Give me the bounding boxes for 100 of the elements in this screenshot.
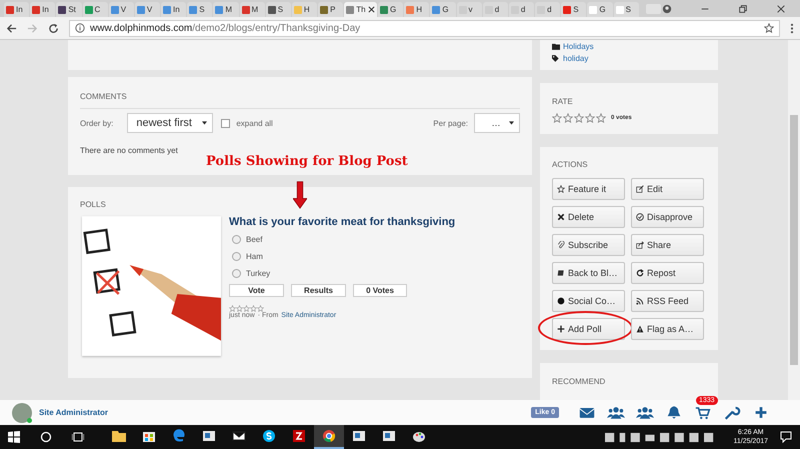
browser-tab[interactable]: M bbox=[213, 2, 239, 17]
browser-tab[interactable]: G bbox=[378, 2, 404, 17]
browser-tab[interactable]: Th bbox=[344, 2, 378, 17]
browser-tab[interactable]: M bbox=[240, 2, 265, 17]
close-icon[interactable] bbox=[776, 4, 786, 14]
edit-icon bbox=[636, 185, 644, 194]
action-button[interactable]: Add Poll bbox=[552, 318, 625, 340]
chrome-icon bbox=[322, 429, 336, 443]
action-button[interactable]: Back to Bl… bbox=[552, 262, 625, 284]
browser-tab[interactable]: d bbox=[508, 2, 534, 17]
browser-tab[interactable]: S bbox=[614, 2, 639, 17]
action-button[interactable]: Edit bbox=[631, 178, 704, 200]
bell-icon[interactable] bbox=[665, 405, 683, 420]
windows-start-icon[interactable] bbox=[8, 431, 20, 443]
address-bar[interactable]: www.dolphinmods.com/demo2/blogs/entry/Thanksgiving-Day bbox=[69, 20, 780, 36]
browser-tab[interactable]: d bbox=[535, 2, 560, 17]
expand-label: expand all bbox=[236, 118, 273, 128]
plus-icon bbox=[557, 325, 565, 334]
browser-tab[interactable]: In bbox=[30, 2, 56, 17]
browser-tab[interactable]: G bbox=[430, 2, 456, 17]
app-icon bbox=[382, 429, 396, 443]
task-view-icon[interactable] bbox=[72, 431, 84, 443]
check-icon bbox=[636, 213, 644, 222]
browser-tab[interactable]: V bbox=[108, 2, 134, 17]
search-icon[interactable] bbox=[40, 431, 52, 443]
browser-tab[interactable]: C bbox=[82, 2, 108, 17]
mail-icon bbox=[232, 429, 246, 443]
action-button[interactable]: Repost bbox=[631, 262, 704, 284]
empty-message: There are no comments yet bbox=[80, 146, 179, 155]
store-icon bbox=[142, 429, 156, 443]
expand-checkbox[interactable] bbox=[221, 118, 230, 128]
poll-button[interactable]: Vote bbox=[229, 284, 284, 297]
browser-tab[interactable]: d bbox=[482, 2, 508, 17]
profile-icon[interactable] bbox=[662, 4, 672, 14]
browser-tab[interactable]: In bbox=[161, 2, 186, 17]
clip-icon bbox=[557, 241, 565, 250]
option-label: Turkey bbox=[246, 269, 270, 278]
section-heading: COMMENTS bbox=[80, 78, 520, 109]
browser-tab[interactable]: H bbox=[292, 2, 318, 17]
poll-button[interactable]: 0 Votes bbox=[353, 284, 407, 297]
app-icon bbox=[202, 429, 216, 443]
app-icon bbox=[352, 429, 366, 443]
restore-icon[interactable] bbox=[738, 4, 748, 14]
action-button[interactable]: Feature it bbox=[552, 178, 625, 200]
order-select[interactable]: newest first bbox=[127, 113, 214, 133]
option-label: Ham bbox=[246, 252, 263, 261]
browser-tab[interactable]: St bbox=[56, 2, 82, 17]
envelope-icon[interactable] bbox=[578, 405, 596, 420]
bookmark-star-icon[interactable] bbox=[764, 23, 774, 33]
category-link[interactable]: Holidays bbox=[563, 42, 594, 50]
people-icon[interactable] bbox=[607, 405, 625, 420]
menu-icon[interactable] bbox=[790, 22, 794, 34]
poll-button[interactable]: Results bbox=[291, 284, 346, 297]
category-link[interactable]: holiday bbox=[563, 54, 588, 62]
action-button[interactable]: Subscribe bbox=[552, 234, 625, 256]
browser-tab[interactable]: S bbox=[187, 2, 212, 17]
browser-tab[interactable]: In bbox=[4, 2, 30, 17]
star-rating[interactable] bbox=[552, 113, 606, 124]
scrollbar[interactable] bbox=[788, 40, 800, 400]
taskbar-app[interactable] bbox=[314, 425, 344, 449]
tags-icon bbox=[552, 54, 560, 62]
rss-icon bbox=[636, 297, 644, 306]
radio-button[interactable] bbox=[232, 252, 241, 261]
annotation-text: Polls Showing for Blog Post bbox=[206, 154, 408, 169]
action-button[interactable]: Delete bbox=[552, 206, 625, 228]
close-icon[interactable] bbox=[368, 6, 376, 13]
radio-button[interactable] bbox=[232, 235, 241, 244]
browser-tab[interactable]: S bbox=[266, 2, 291, 17]
action-button[interactable]: Flag as A… bbox=[631, 318, 704, 340]
back-arrow-icon[interactable] bbox=[6, 22, 17, 34]
dot-icon bbox=[557, 297, 565, 306]
browser-tab[interactable]: P bbox=[318, 2, 344, 17]
browser-tab[interactable]: H bbox=[404, 2, 430, 17]
folder-icon bbox=[552, 42, 560, 50]
repost-icon bbox=[636, 269, 644, 278]
info-icon[interactable] bbox=[75, 23, 85, 33]
browser-tab[interactable]: v bbox=[456, 2, 482, 17]
dropdown-caret-icon bbox=[509, 121, 514, 125]
filezilla-icon bbox=[292, 429, 306, 443]
browser-tab[interactable]: G bbox=[587, 2, 613, 17]
notifications-icon[interactable] bbox=[780, 431, 792, 443]
warning-icon bbox=[636, 325, 644, 334]
action-button[interactable]: Share bbox=[631, 234, 704, 256]
section-heading: RATE bbox=[552, 96, 574, 108]
option-label: Beef bbox=[246, 235, 262, 244]
browser-tab[interactable]: S bbox=[561, 2, 586, 17]
action-button[interactable]: Disapprove bbox=[631, 206, 704, 228]
section-heading: RECOMMEND bbox=[552, 376, 606, 388]
reload-icon[interactable] bbox=[48, 22, 59, 34]
avatar-placeholder[interactable] bbox=[12, 402, 32, 422]
browser-tab[interactable]: V bbox=[134, 2, 160, 17]
radio-button[interactable] bbox=[232, 269, 241, 278]
poll-question[interactable]: What is your favorite meat for thanksgiving bbox=[229, 216, 456, 228]
action-button[interactable]: Social Co… bbox=[552, 290, 625, 312]
cart-icon[interactable] bbox=[694, 405, 712, 420]
action-button[interactable]: RSS Feed bbox=[631, 290, 704, 312]
per-page-select[interactable]: … bbox=[474, 113, 520, 133]
edge-icon bbox=[172, 429, 186, 443]
user-link[interactable]: Site Administrator bbox=[39, 408, 108, 417]
people-icon[interactable] bbox=[636, 405, 654, 420]
